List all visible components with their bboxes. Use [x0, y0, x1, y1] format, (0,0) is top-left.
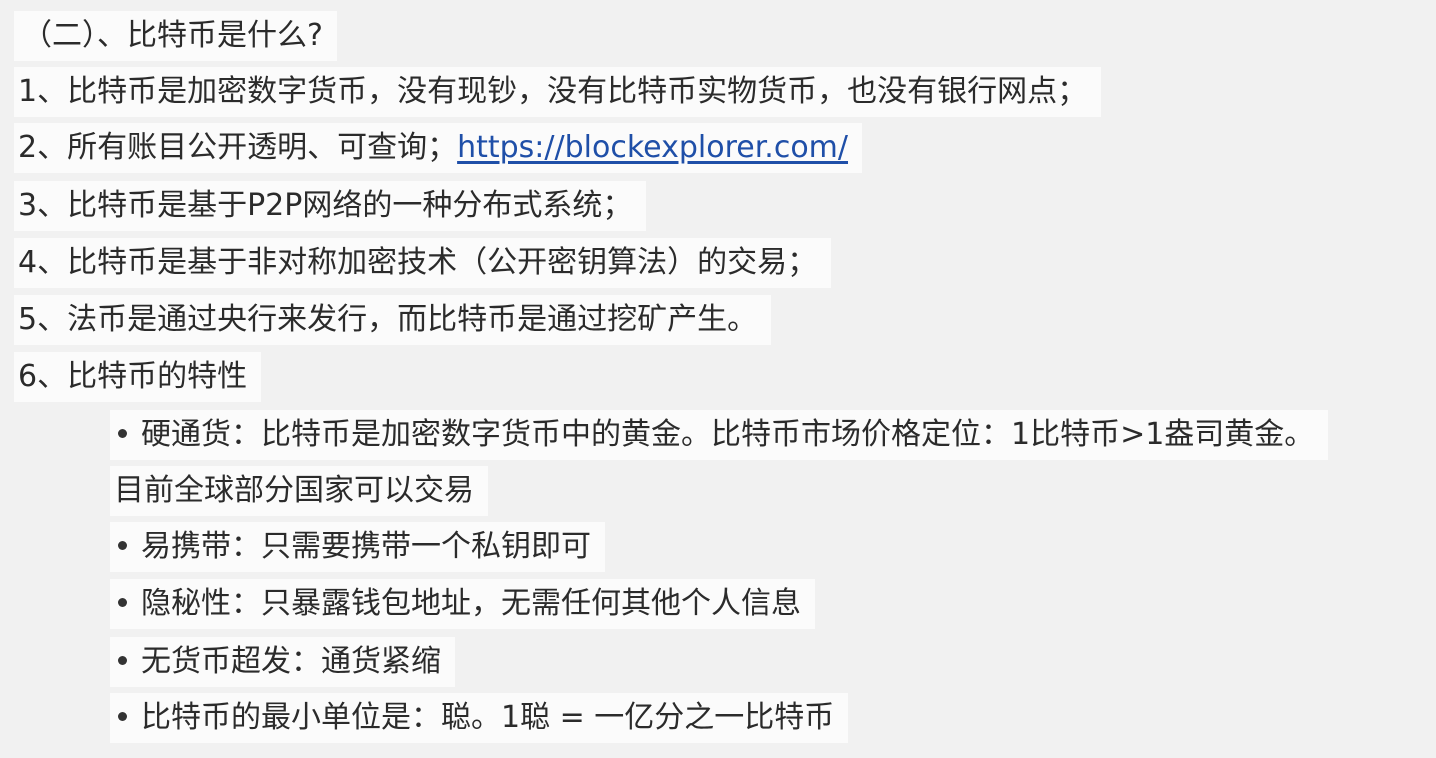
list-item-4: 4、比特币是基于非对称加密技术（公开密钥算法）的交易； [14, 238, 832, 288]
list-item-6: 6、比特币的特性 [14, 352, 262, 402]
feature-text: 易携带：只需要携带一个私钥即可 [141, 529, 591, 564]
blockexplorer-link[interactable]: https://blockexplorer.com/ [457, 130, 848, 165]
bullet-icon [118, 598, 127, 607]
feature-item-privacy: 隐秘性：只暴露钱包地址，无需任何其他个人信息 [110, 579, 815, 629]
section-title: （二）、比特币是什么? [14, 11, 337, 61]
document-page: （二）、比特币是什么? 1、比特币是加密数字货币，没有现钞，没有比特币实物货币，… [0, 0, 1436, 758]
feature-item-hard-currency: 硬通货：比特币是加密数字货币中的黄金。比特币市场价格定位：1比特币>1盎司黄金。 [110, 410, 1329, 460]
feature-item-hard-currency-continuation: 目前全球部分国家可以交易 [110, 466, 488, 516]
feature-item-no-overissue: 无货币超发：通货紧缩 [110, 637, 455, 687]
list-item-5: 5、法币是通过央行来发行，而比特币是通过挖矿产生。 [14, 295, 772, 345]
bullet-icon [118, 541, 127, 550]
list-item-3: 3、比特币是基于P2P网络的一种分布式系统； [14, 181, 647, 231]
feature-text: 硬通货：比特币是加密数字货币中的黄金。比特币市场价格定位：1比特币>1盎司黄金。 [141, 417, 1315, 452]
list-item-2: 2、所有账目公开透明、可查询；https://blockexplorer.com… [14, 123, 863, 173]
list-item-1: 1、比特币是加密数字货币，没有现钞，没有比特币实物货币，也没有银行网点； [14, 67, 1102, 117]
feature-item-smallest-unit: 比特币的最小单位是：聪。1聪 = 一亿分之一比特币 [110, 693, 849, 743]
feature-text: 隐秘性：只暴露钱包地址，无需任何其他个人信息 [141, 586, 801, 621]
list-item-2-text: 2、所有账目公开透明、可查询； [18, 130, 458, 165]
feature-item-portable: 易携带：只需要携带一个私钥即可 [110, 522, 605, 572]
feature-text: 比特币的最小单位是：聪。1聪 = 一亿分之一比特币 [141, 700, 835, 735]
feature-text: 无货币超发：通货紧缩 [141, 644, 441, 679]
bullet-icon [118, 429, 127, 438]
bullet-icon [118, 656, 127, 665]
bullet-icon [118, 712, 127, 721]
